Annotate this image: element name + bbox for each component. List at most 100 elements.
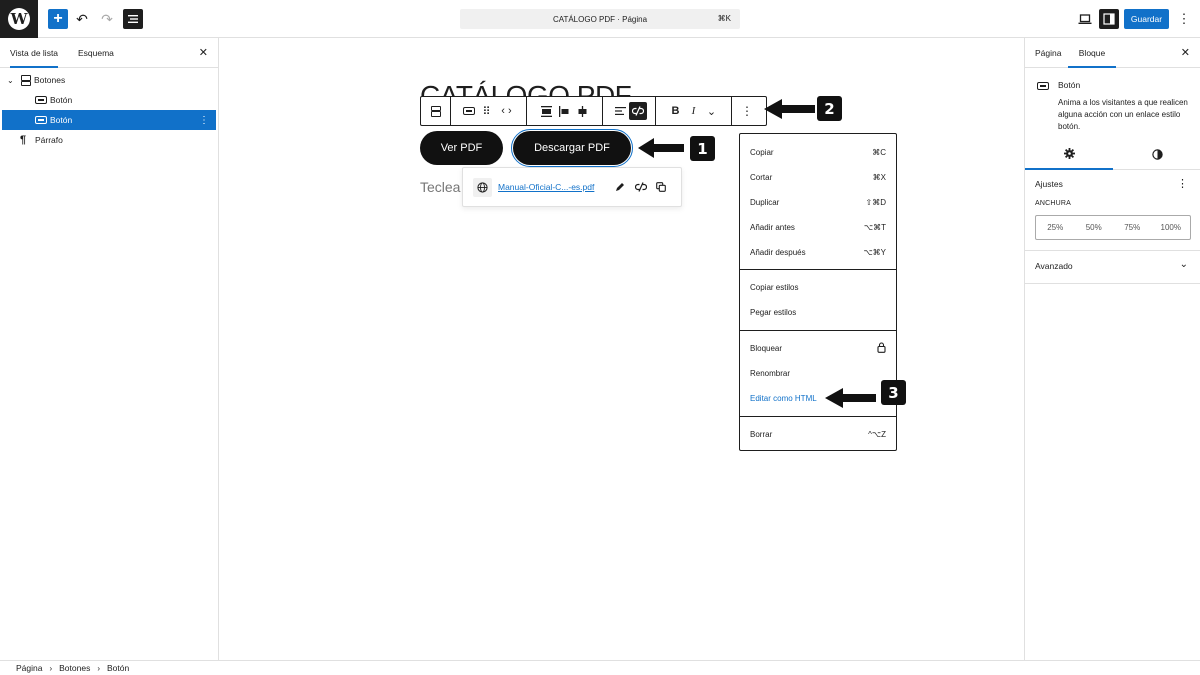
menu-item-label: Bloquear xyxy=(750,343,783,353)
document-title: CATÁLOGO PDF · Página xyxy=(552,14,648,24)
menu-item-label: Borrar xyxy=(750,429,773,439)
annotation-badge-3: 3 xyxy=(881,380,906,405)
more-options-icon[interactable]: ⋮ xyxy=(199,115,209,126)
block-description: Anima a los visitantes a que realicen al… xyxy=(1058,98,1188,131)
editor-canvas: CATÁLOGO PDF ⠿ ‹ › B I ⌄ ⋮ Ver PDF Desca… xyxy=(220,38,1024,660)
breadcrumb: Página › Botones › Botón xyxy=(0,660,1200,675)
globe-icon xyxy=(473,178,492,197)
list-item-boton[interactable]: Botón xyxy=(2,90,216,110)
tab-outline[interactable]: Esquema xyxy=(78,38,114,68)
undo-button[interactable]: ↶ xyxy=(72,9,92,29)
width-option-25[interactable]: 25% xyxy=(1036,216,1075,239)
menu-item-label: Duplicar xyxy=(750,197,780,207)
button-block-icon[interactable] xyxy=(460,102,478,120)
drag-handle-icon[interactable]: ⠿ xyxy=(478,102,496,120)
ver-pdf-button[interactable]: Ver PDF xyxy=(420,131,503,165)
annotation-badge-1: 1 xyxy=(690,136,715,161)
italic-button[interactable]: I xyxy=(685,102,703,120)
menu-item-label: Editar como HTML xyxy=(750,393,817,403)
chevron-down-icon[interactable]: ⌄ xyxy=(7,76,14,85)
menu-shortcut: ^⌥Z xyxy=(868,429,886,439)
document-overview-button[interactable] xyxy=(123,9,143,29)
menu-divider xyxy=(740,330,896,331)
menu-item-label: Cortar xyxy=(750,172,773,182)
pencil-icon[interactable] xyxy=(613,180,627,194)
annotation-arrow-3 xyxy=(825,388,876,408)
command-palette-bar[interactable]: CATÁLOGO PDF · Página ⌘K xyxy=(460,9,740,29)
link-url[interactable]: Manual-Oficial-C...-es.pdf xyxy=(498,182,594,192)
wordpress-logo-button[interactable]: W xyxy=(0,0,38,38)
width-option-100[interactable]: 100% xyxy=(1152,216,1191,239)
breadcrumb-item-botones[interactable]: Botones xyxy=(59,663,90,673)
button-block-icon xyxy=(35,96,47,105)
chevron-down-icon[interactable]: ⌄ xyxy=(1180,259,1188,270)
list-item-botones[interactable]: ⌄ Botones xyxy=(2,70,216,90)
menu-shortcut: ⌥⌘Y xyxy=(863,247,886,257)
options-dots-icon[interactable]: ⋮ xyxy=(738,102,756,120)
close-icon[interactable]: ✕ xyxy=(199,46,208,59)
options-dots-icon[interactable]: ⋮ xyxy=(1177,177,1188,190)
buttons-group-icon xyxy=(21,75,32,86)
copy-icon[interactable] xyxy=(654,180,668,194)
tab-page[interactable]: Página xyxy=(1035,38,1061,68)
editor-top-bar: W + ↶ ↷ CATÁLOGO PDF · Página ⌘K Guardar… xyxy=(0,0,1200,38)
laptop-icon xyxy=(1078,13,1092,24)
settings-sidebar: Página Bloque ✕ Botón Anima a los visita… xyxy=(1024,38,1200,660)
justify-stretch-icon[interactable] xyxy=(538,102,556,120)
menu-item-anadir-antes[interactable]: Añadir antes ⌥⌘T xyxy=(750,217,886,237)
menu-item-copiar-estilos[interactable]: Copiar estilos xyxy=(750,277,886,297)
button-block-icon xyxy=(35,116,47,125)
menu-item-label: Copiar xyxy=(750,147,774,157)
tab-settings[interactable] xyxy=(1025,138,1113,170)
close-icon[interactable]: ✕ xyxy=(1181,46,1190,59)
width-option-50[interactable]: 50% xyxy=(1075,216,1114,239)
redo-button[interactable]: ↷ xyxy=(97,9,117,29)
chevron-down-icon[interactable]: ⌄ xyxy=(703,102,721,120)
menu-item-pegar-estilos[interactable]: Pegar estilos xyxy=(750,302,886,322)
menu-item-copiar[interactable]: Copiar ⌘C xyxy=(750,142,886,162)
align-left-icon[interactable] xyxy=(611,102,629,120)
settings-tabs: Página Bloque ✕ xyxy=(1025,38,1200,68)
breadcrumb-item-pagina[interactable]: Página xyxy=(16,663,42,673)
annotation-arrow-1 xyxy=(638,138,684,158)
settings-toggle-button[interactable] xyxy=(1099,9,1119,29)
menu-item-duplicar[interactable]: Duplicar ⇧⌘D xyxy=(750,192,886,212)
menu-item-cortar[interactable]: Cortar ⌘X xyxy=(750,167,886,187)
list-view-icon xyxy=(128,15,138,23)
menu-item-anadir-despues[interactable]: Añadir después ⌥⌘Y xyxy=(750,242,886,262)
tab-list-view[interactable]: Vista de lista xyxy=(10,38,59,68)
unlink-icon[interactable] xyxy=(629,102,647,120)
options-menu-button[interactable]: ⋮ xyxy=(1176,9,1192,29)
justify-left-icon[interactable] xyxy=(556,102,574,120)
tab-block[interactable]: Bloque xyxy=(1068,38,1116,68)
alignment-segment xyxy=(527,97,603,125)
list-item-label: Botones xyxy=(34,75,66,85)
preview-button[interactable] xyxy=(1075,9,1095,29)
advanced-section-toggle[interactable]: Avanzado xyxy=(1035,261,1073,271)
descargar-pdf-button[interactable]: Descargar PDF xyxy=(511,129,633,167)
paragraph-icon: ¶ xyxy=(20,134,27,146)
select-parent-button[interactable] xyxy=(421,97,451,125)
tab-styles[interactable] xyxy=(1113,138,1200,170)
link-popover: Manual-Oficial-C...-es.pdf xyxy=(462,167,682,207)
bold-button[interactable]: B xyxy=(667,102,685,120)
menu-item-borrar[interactable]: Borrar ^⌥Z xyxy=(750,424,886,444)
menu-shortcut: ⌘X xyxy=(872,172,886,182)
width-option-75[interactable]: 75% xyxy=(1113,216,1152,239)
breadcrumb-item-boton[interactable]: Botón xyxy=(107,663,129,673)
unlink-icon[interactable] xyxy=(634,180,648,194)
move-arrows-icon[interactable]: ‹ › xyxy=(496,102,518,120)
menu-item-bloquear[interactable]: Bloquear xyxy=(750,338,886,358)
justify-center-icon[interactable] xyxy=(574,102,592,120)
paragraph-placeholder[interactable]: Teclea xyxy=(420,179,460,195)
list-item-boton-selected[interactable]: Botón ⋮ xyxy=(2,110,216,130)
width-toggle-group: 25% 50% 75% 100% xyxy=(1035,215,1191,240)
save-button[interactable]: Guardar xyxy=(1124,9,1169,29)
button-block-icon xyxy=(1037,82,1049,90)
add-block-button[interactable]: + xyxy=(48,9,68,29)
menu-item-renombrar[interactable]: Renombrar xyxy=(750,363,886,383)
list-item-parrafo[interactable]: ¶ Párrafo xyxy=(2,130,216,150)
list-item-label: Botón xyxy=(50,95,73,105)
list-view-panel: Vista de lista Esquema ✕ ⌄ Botones Botón… xyxy=(0,38,219,660)
block-toolbar: ⠿ ‹ › B I ⌄ ⋮ xyxy=(420,96,767,126)
